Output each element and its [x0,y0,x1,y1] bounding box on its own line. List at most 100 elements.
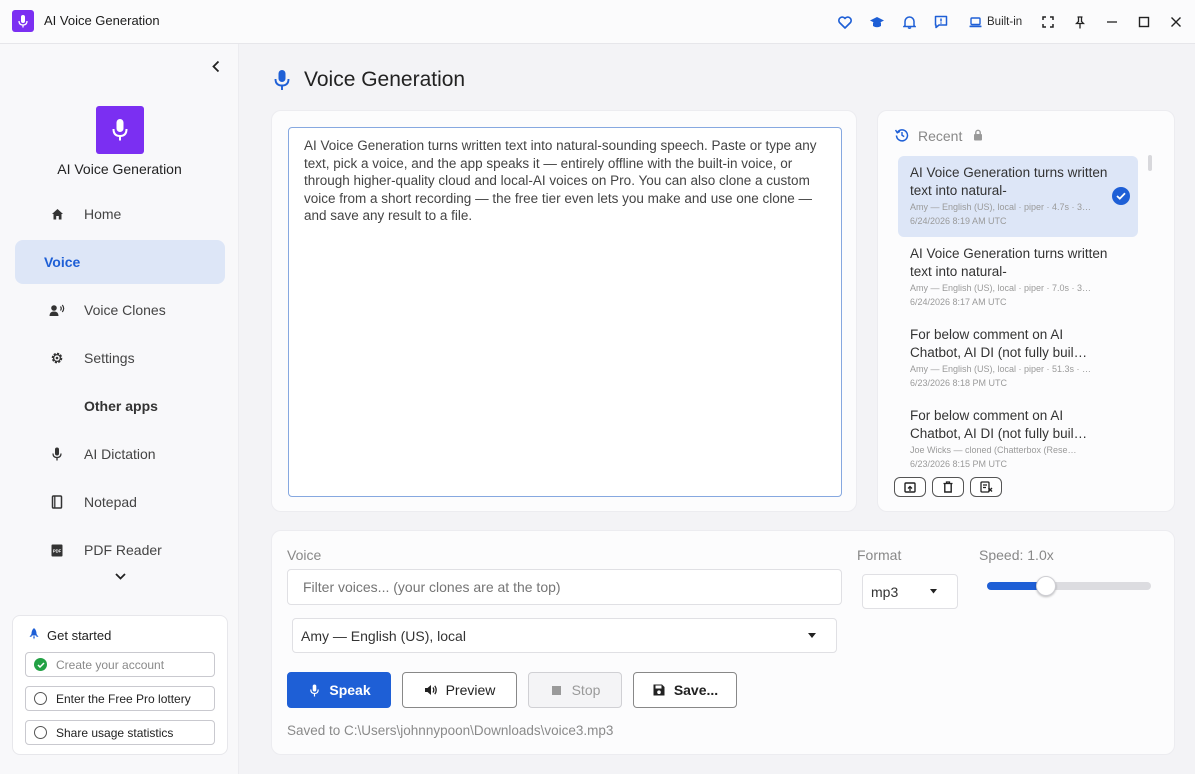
speed-slider-handle[interactable] [1036,576,1057,596]
rocket-icon [27,627,41,641]
task-label: Share usage statistics [56,726,174,740]
task-label: Enter the Free Pro lottery [56,692,191,706]
microphone-icon [307,683,321,697]
recent-item-title: For below comment on AI Chatbot, AI DI (… [910,408,1088,441]
home-icon [49,206,65,222]
clear-list-icon [979,481,993,493]
trash-icon [943,481,953,493]
heart-icon[interactable] [835,12,855,32]
sidebar-item-label: Home [84,206,122,222]
recent-item[interactable]: For below comment on AI Chatbot, AI DI (… [898,318,1138,399]
speed-slider[interactable] [987,576,1151,596]
voice-select-value: Amy — English (US), local [301,628,466,644]
empty-circle-icon [34,726,47,739]
voice-label: Voice [287,547,322,563]
sidebar-item-notepad[interactable]: Notepad [15,480,225,524]
format-select[interactable]: mp3 [862,574,958,609]
create-account-task[interactable]: Create your account [25,652,215,677]
sidebar-item-ai-dictation[interactable]: AI Dictation [15,432,225,476]
recent-item[interactable]: For below comment on AI Chatbot, AI DI (… [898,399,1138,471]
sidebar-item-label: PDF Reader [84,542,162,558]
open-file-button[interactable] [894,477,926,497]
text-editor-card: AI Voice Generation turns written text i… [271,110,857,512]
controls-card: Voice Amy — English (US), local Format m… [271,530,1175,755]
recent-item[interactable]: AI Voice Generation turns written text i… [898,156,1138,237]
checkmark-icon [34,658,47,671]
clear-list-button[interactable] [970,477,1002,497]
pro-lottery-task[interactable]: Enter the Free Pro lottery [25,686,215,711]
get-started-title: Get started [47,628,112,643]
format-select-value: mp3 [871,584,899,600]
sidebar-item-label: Notepad [84,494,137,510]
sidebar-item-label: Voice [44,254,81,270]
recent-item-time: 6/23/2026 8:18 PM UTC [910,378,1008,388]
gear-icon [49,350,65,366]
graduation-cap-icon[interactable] [867,12,887,32]
sidebar-item-label: Voice Clones [84,302,166,318]
brand-microphone-icon [96,106,144,154]
share-statistics-task[interactable]: Share usage statistics [25,720,215,745]
speak-button-label: Speak [329,682,371,698]
recent-panel: Recent AI Voice Generation turns written… [877,110,1175,512]
speed-label: Speed: 1.0x [979,547,1054,563]
recent-item-meta: Amy — English (US), local · piper · 4.7s… [910,202,1092,212]
get-started-panel: Get started Create your account Enter th… [12,615,228,755]
speak-button[interactable]: Speak [287,672,391,708]
laptop-icon [969,16,982,28]
recent-item[interactable]: AI Voice Generation turns written text i… [898,237,1138,318]
recent-item-time: 6/24/2026 8:17 AM UTC [910,297,1007,307]
svg-text:PDF: PDF [53,548,62,553]
sidebar-item-voice[interactable]: Voice [15,240,225,284]
stop-icon [550,683,564,697]
sidebar-item-settings[interactable]: Settings [15,336,225,380]
recent-item-title: AI Voice Generation turns written text i… [910,246,1108,279]
sidebar-item-voice-clones[interactable]: Voice Clones [15,288,225,332]
recent-item-meta: Amy — English (US), local · piper · 51.3… [910,364,1092,374]
sidebar-item-label: AI Dictation [84,446,156,462]
recent-item-time: 6/23/2026 8:15 PM UTC [910,459,1008,469]
caret-down-icon [808,633,816,638]
task-label: Create your account [56,658,165,672]
history-icon [895,128,909,142]
recent-scrollbar[interactable] [1148,155,1152,171]
sidebar-item-label: Settings [84,350,135,366]
save-button[interactable]: Save... [633,672,737,708]
bell-icon[interactable] [899,12,919,32]
microphone-icon [49,446,65,462]
selected-check-icon [1112,187,1130,205]
minimize-icon[interactable] [1102,12,1122,32]
recent-item-title: AI Voice Generation turns written text i… [910,165,1108,198]
chevron-down-icon[interactable] [112,568,128,584]
recent-item-meta: Joe Wicks — cloned (Chatterbox (Rese… [910,445,1077,455]
fullscreen-icon[interactable] [1038,12,1058,32]
empty-circle-icon [34,692,47,705]
preview-button[interactable]: Preview [402,672,517,708]
voice-select[interactable]: Amy — English (US), local [292,618,837,653]
page-microphone-icon [274,69,292,91]
text-input[interactable]: AI Voice Generation turns written text i… [288,127,842,497]
voice-clone-icon [49,302,65,318]
pin-icon[interactable] [1070,12,1090,32]
app-microphone-icon [12,10,34,32]
recent-item-time: 6/24/2026 8:19 AM UTC [910,216,1007,226]
maximize-icon[interactable] [1134,12,1154,32]
delete-button[interactable] [932,477,964,497]
stop-button[interactable]: Stop [528,672,622,708]
recent-title: Recent [918,128,963,144]
sidebar-item-pdf-reader[interactable]: PDF PDF Reader [15,528,225,572]
save-status-text: Saved to C:\Users\johnnypoon\Downloads\v… [287,723,614,738]
close-icon[interactable] [1166,12,1186,32]
preview-button-label: Preview [445,682,496,698]
pdf-icon: PDF [49,542,65,558]
sidebar: AI Voice Generation Home Voice Voice Clo… [0,44,239,774]
save-button-label: Save... [673,682,719,698]
caret-down-icon [930,589,937,594]
collapse-sidebar-button[interactable] [206,56,226,76]
voice-engine-indicator[interactable]: Built-in [963,11,1028,33]
format-label: Format [857,547,902,563]
voice-filter-input[interactable] [287,569,842,605]
floppy-disk-icon [652,683,666,697]
feedback-icon[interactable] [931,12,951,32]
recent-list: Recent AI Voice Generation turns written… [878,111,1176,471]
sidebar-item-home[interactable]: Home [15,192,225,236]
